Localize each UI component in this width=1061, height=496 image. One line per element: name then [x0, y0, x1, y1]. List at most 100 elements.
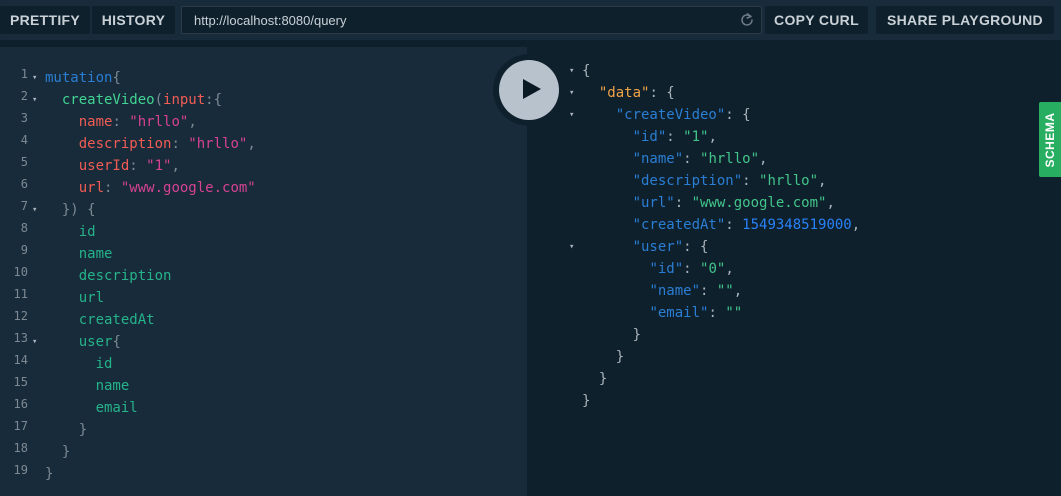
token-sp — [45, 180, 79, 196]
editor-text: id — [45, 221, 96, 243]
token-sp — [582, 349, 616, 365]
fold-arrow-icon[interactable]: ▾ — [569, 60, 574, 82]
editor-text: }) { — [45, 199, 96, 221]
result-text: "createdAt": 1549348519000, — [582, 214, 861, 236]
token-sp — [582, 195, 633, 211]
result-line: "email": "" — [527, 302, 1061, 324]
editor-line: 3 name: "hrllo", — [0, 111, 527, 133]
fold-arrow-icon[interactable]: ▾ — [32, 199, 37, 221]
token-kw: mutation — [45, 70, 113, 86]
fold-arrow-icon[interactable]: ▾ — [32, 331, 37, 353]
query-editor[interactable]: 1 ▾ mutation{2 ▾ createVideo(input:{3 name:… — [0, 47, 527, 496]
editor-text: } — [45, 419, 87, 441]
result-text: "user": { — [582, 236, 709, 258]
token-sp — [582, 239, 633, 255]
editor-line: 12 createdAt — [0, 309, 527, 331]
line-number: 15 — [13, 375, 28, 389]
line-number: 11 — [13, 287, 28, 301]
token-jpunc: : { — [683, 239, 709, 255]
result-text: "email": "" — [582, 302, 742, 324]
token-jpunc: , — [851, 217, 861, 233]
token-sp — [45, 136, 79, 152]
prettify-button[interactable]: PRETTIFY — [0, 6, 90, 34]
editor-line: 11 url — [0, 287, 527, 309]
result-text: } — [582, 346, 624, 368]
result-text: "name": "", — [582, 280, 742, 302]
token-sp — [582, 151, 633, 167]
line-number: 4 — [20, 133, 28, 147]
line-number: 9 — [20, 243, 28, 257]
token-sp — [45, 356, 96, 372]
editor-line: 18 } — [0, 441, 527, 463]
token-jpunc: } — [598, 371, 608, 387]
editor-text: } — [45, 463, 53, 485]
token-sp — [45, 400, 96, 416]
line-number: 8 — [20, 221, 28, 235]
result-text: } — [582, 390, 590, 412]
token-jpunc: : — [666, 129, 684, 145]
editor-text: email — [45, 397, 138, 419]
fold-arrow-icon[interactable]: ▾ — [32, 67, 37, 89]
fold-arrow-icon[interactable]: ▾ — [32, 89, 37, 111]
token-sp — [45, 224, 79, 240]
token-field: url — [78, 290, 105, 306]
result-text: } — [582, 324, 641, 346]
execute-button-ring — [493, 54, 565, 126]
share-playground-button[interactable]: SHARE PLAYGROUND — [876, 6, 1054, 34]
fold-arrow-icon[interactable]: ▾ — [569, 104, 574, 126]
token-arg: url — [78, 180, 105, 196]
token-str: "www.google.com" — [120, 180, 256, 196]
result-line: "id": "1", — [527, 126, 1061, 148]
result-text: "createVideo": { — [582, 104, 751, 126]
line-number: 7 — [20, 199, 28, 213]
result-line: } — [527, 390, 1061, 412]
token-arg: userId — [78, 158, 130, 174]
token-punc: } — [61, 444, 71, 460]
token-jpunc: } — [582, 393, 591, 409]
line-number: 3 — [20, 111, 28, 125]
token-punc: } — [45, 466, 54, 482]
editor-text: userId: "1", — [45, 155, 180, 177]
result-line: } — [527, 368, 1061, 390]
token-key: "email" — [649, 305, 709, 321]
token-field: id — [78, 224, 96, 240]
editor-text: } — [45, 441, 70, 463]
token-field: createdAt — [78, 312, 155, 328]
editor-text: description: "hrllo", — [45, 133, 256, 155]
line-number: 13 — [13, 331, 28, 345]
schema-tab[interactable]: SCHEMA — [1039, 102, 1061, 177]
editor-line: 10 description — [0, 265, 527, 287]
token-sp — [45, 422, 79, 438]
result-line: ▾{ — [527, 60, 1061, 82]
execute-query-button[interactable] — [499, 60, 559, 120]
editor-line: 1 ▾ mutation{ — [0, 67, 527, 89]
token-str: "hrllo" — [188, 136, 248, 152]
fold-arrow-icon[interactable]: ▾ — [569, 236, 574, 258]
token-key: "createdAt" — [632, 217, 726, 233]
token-jpunc: : — [742, 173, 760, 189]
history-button[interactable]: HISTORY — [92, 6, 175, 34]
editor-text: name — [45, 375, 130, 397]
token-fn: createVideo — [61, 92, 155, 108]
token-arg: name — [78, 114, 113, 130]
copy-curl-button[interactable]: COPY CURL — [765, 6, 868, 34]
token-jpunc: : — [674, 195, 692, 211]
token-data: "data" — [598, 85, 650, 101]
result-line: "id": "0", — [527, 258, 1061, 280]
token-sp — [582, 85, 599, 101]
token-str: "1" — [146, 158, 172, 174]
token-key: "id" — [649, 261, 684, 277]
line-number: 1 — [20, 67, 28, 81]
editor-line: 9 name — [0, 243, 527, 265]
token-sp — [45, 444, 62, 460]
token-sp — [582, 129, 633, 145]
result-text: "id": "1", — [582, 126, 717, 148]
result-line: ▾ "data": { — [527, 82, 1061, 104]
reload-icon[interactable] — [739, 12, 755, 28]
editor-line: 15 name — [0, 375, 527, 397]
token-jpunc: , — [826, 195, 835, 211]
endpoint-url-input[interactable] — [194, 7, 734, 33]
fold-arrow-icon[interactable]: ▾ — [569, 82, 574, 104]
line-number: 14 — [13, 353, 28, 367]
editor-line: 14 id — [0, 353, 527, 375]
